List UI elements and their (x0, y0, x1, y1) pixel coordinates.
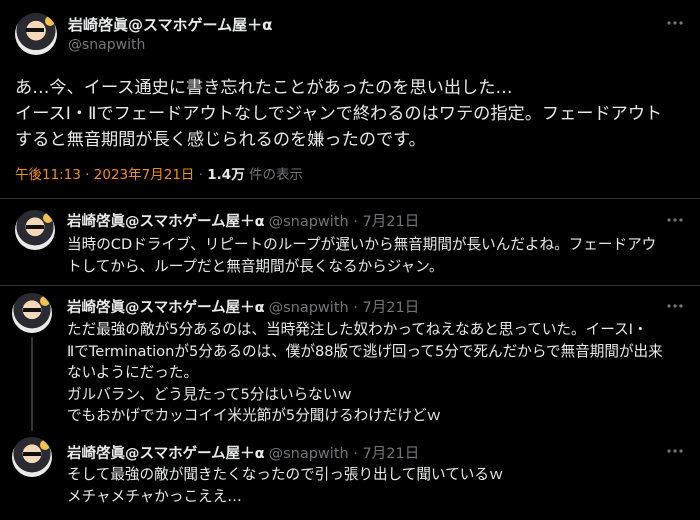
reply-line: ⅡでTerminationが5分あるのは、僕が88版で逃げ回って5分で死んだから… (67, 342, 663, 360)
reply-line: メチャメチャかっこええ… (67, 487, 242, 505)
more-options-icon[interactable] (665, 13, 685, 33)
reply-line: トしてから、ループだと無音期間が長くなるからジャン。 (67, 257, 444, 275)
author-display-name[interactable]: 岩崎啓眞@スマホゲーム屋＋α (68, 14, 272, 35)
reply-avatar[interactable] (12, 437, 52, 477)
tweet-line: あ…今、イース通史に書き忘れたことがあったのを思い出した… (15, 78, 513, 98)
meta-separator: · (194, 167, 208, 183)
avatar-badge (45, 16, 55, 26)
view-label: 件の表示 (244, 167, 303, 183)
reply-line: そして最強の敵が聞きたくなったので引っ張り出して聞いているｗ (67, 466, 504, 483)
reply-text: そして最強の敵が聞きたくなったので引っ張り出して聞いているｗ メチャメチャかっこ… (67, 464, 687, 507)
tweet-line: すると無音期間が長く感じられるのを嫌ったのです。 (15, 130, 426, 150)
reply-line: ガルバラン、どう見たって5分はいらないｗ (67, 385, 352, 403)
reply-line: ただ最強の敵が5分あるのは、当時発注した奴わかってねえなあと思っていた。イースⅠ… (67, 321, 648, 338)
reply-meta[interactable]: @snapwith · 7月21日 (269, 300, 420, 316)
avatar[interactable] (15, 13, 57, 55)
reply-display-name[interactable]: 岩崎啓眞@スマホゲーム屋＋α (67, 446, 265, 462)
reply-text: ただ最強の敵が5分あるのは、当時発注した奴わかってねえなあと思っていた。イースⅠ… (67, 319, 687, 427)
author-handle[interactable]: @snapwith (68, 37, 145, 53)
reply-meta[interactable]: @snapwith · 7月21日 (269, 214, 420, 230)
reply-avatar[interactable] (12, 293, 52, 333)
divider (0, 285, 700, 286)
reply-header: 岩崎啓眞@スマホゲーム屋＋α @snapwith · 7月21日 (67, 442, 419, 463)
reply-header: 岩崎啓眞@スマホゲーム屋＋α @snapwith · 7月21日 (67, 296, 419, 317)
divider (0, 198, 700, 199)
view-count[interactable]: 1.4万 (207, 167, 244, 183)
avatar-eyes (26, 225, 44, 229)
reply-line: でもおかげでカッコイイ米光節が5分聞けるわけだけどｗ (67, 407, 442, 424)
more-options-icon[interactable] (665, 441, 685, 461)
avatar-eyes (23, 452, 41, 456)
reply-meta[interactable]: @snapwith · 7月21日 (269, 446, 420, 462)
reply-header: 岩崎啓眞@スマホゲーム屋＋α @snapwith · 7月21日 (67, 210, 419, 231)
avatar-eyes (26, 28, 44, 32)
reply-text: 当時のCDドライブ、リピートのループが遅いから無音期間が長いんだよね。フェードア… (67, 234, 687, 277)
reply-avatar[interactable] (15, 210, 55, 250)
reply-line: 当時のCDドライブ、リピートのループが遅いから無音期間が長いんだよね。フェードア… (67, 236, 657, 253)
reply-display-name[interactable]: 岩崎啓眞@スマホゲーム屋＋α (67, 214, 265, 230)
tweet-text: あ…今、イース通史に書き忘れたことがあったのを思い出した… イースⅠ・Ⅱでフェー… (15, 75, 685, 153)
reply-display-name[interactable]: 岩崎啓眞@スマホゲーム屋＋α (67, 300, 265, 316)
avatar-badge (40, 296, 50, 306)
tweet-line: イースⅠ・Ⅱでフェードアウトなしでジャンで終わるのはワテの指定。フェードアウト (15, 104, 663, 124)
tweet-meta: 午後11:13 · 2023年7月21日 · 1.4万 件の表示 (15, 163, 303, 183)
more-options-icon[interactable] (665, 210, 685, 230)
thread-connector (31, 337, 33, 431)
reply-line: ないようにだった。 (67, 364, 199, 381)
tweet-timestamp[interactable]: 午後11:13 · 2023年7月21日 (15, 167, 194, 183)
avatar-badge (40, 440, 50, 450)
avatar-badge (43, 213, 53, 223)
avatar-eyes (23, 308, 41, 312)
more-options-icon[interactable] (665, 296, 685, 316)
